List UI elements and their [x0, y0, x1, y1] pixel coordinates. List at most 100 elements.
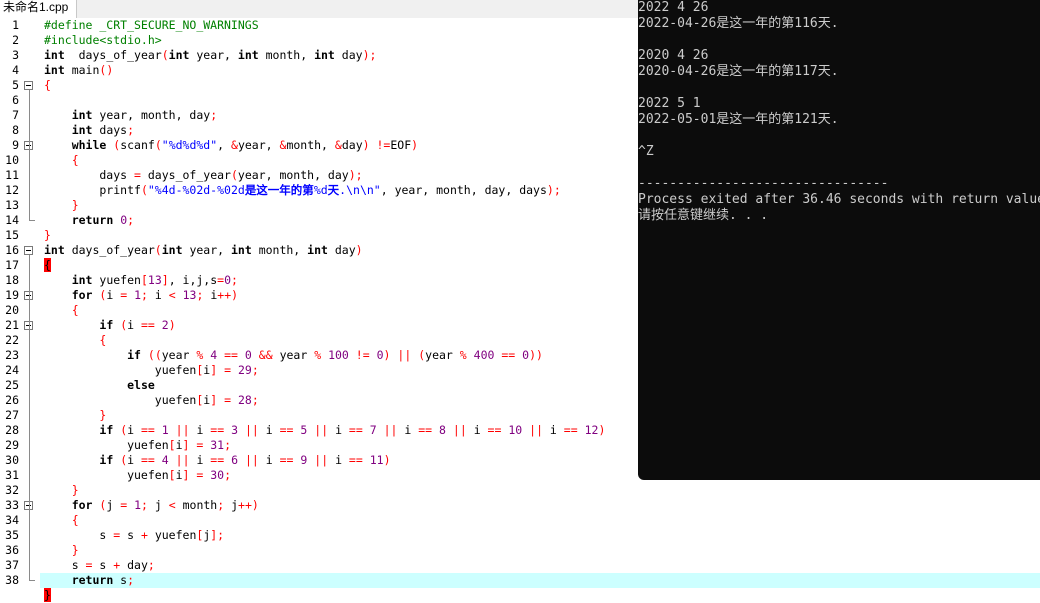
console-line: --------------------------------	[638, 176, 889, 191]
code-token: yuefen	[44, 468, 169, 482]
code-token: ==	[279, 423, 294, 437]
line-number: 29	[5, 438, 19, 452]
code-token: 400	[473, 348, 495, 362]
code-token: int	[307, 243, 328, 257]
code-line[interactable]: s = s + day;	[44, 558, 1040, 573]
code-token: i	[127, 423, 141, 437]
console-line: 2020-04-26是这一年的第117天.	[638, 64, 839, 79]
fold-toggle-icon[interactable]	[24, 246, 33, 255]
code-token: int	[230, 243, 252, 257]
code-token: i	[466, 423, 488, 437]
fold-guide-end	[29, 220, 35, 221]
code-token: 13	[182, 288, 197, 302]
console-window[interactable]: 2022 4 26 2022-04-26是这一年的第116天. 2020 4 26 2…	[638, 0, 1040, 480]
fold-toggle-icon[interactable]	[24, 81, 33, 90]
line-number: 30	[5, 453, 19, 467]
code-token: (	[154, 243, 162, 257]
code-token: ||	[314, 423, 329, 437]
line-number: 24	[5, 363, 19, 377]
code-token: =	[224, 393, 232, 407]
code-token: return	[71, 213, 114, 227]
code-token: );	[348, 168, 363, 182]
code-token: while	[71, 138, 107, 152]
console-line: ^Z	[638, 144, 654, 159]
console-line: 2022-05-01是这一年的第121天.	[638, 112, 839, 127]
matched-brace: {	[44, 258, 51, 272]
code-token: i	[328, 453, 349, 467]
code-line[interactable]: }	[44, 543, 1040, 558]
code-line[interactable]: s = s + yuefen[j];	[44, 528, 1040, 543]
code-token: i	[106, 288, 121, 302]
code-token: ;	[251, 363, 259, 377]
code-token: month	[175, 498, 218, 512]
code-token: year, month, day	[92, 108, 211, 122]
line-number: 9	[12, 138, 19, 152]
code-token: {	[71, 513, 79, 527]
code-token: int	[237, 48, 259, 62]
line-number: 15	[5, 228, 19, 242]
code-token: i	[189, 423, 211, 437]
fold-guide-end	[29, 580, 35, 581]
code-line-active[interactable]: return s;	[40, 573, 1040, 588]
code-token: yuefen	[147, 528, 197, 542]
code-token: if	[99, 423, 114, 437]
code-token: ==	[501, 348, 516, 362]
code-line[interactable]: }	[44, 483, 1040, 498]
line-number: 3	[12, 48, 19, 62]
code-token: year,	[189, 48, 238, 62]
code-token: 天	[327, 183, 340, 197]
code-token: 10	[508, 423, 523, 437]
code-token: &	[231, 138, 238, 152]
code-line[interactable]: {	[44, 513, 1040, 528]
code-token: i	[189, 453, 211, 467]
code-token: )	[598, 423, 606, 437]
code-token: [	[140, 273, 148, 287]
console-line: 请按任意键继续. . .	[638, 208, 769, 223]
code-token: j	[224, 498, 239, 512]
code-token: int	[314, 48, 335, 62]
code-token: j	[106, 498, 121, 512]
file-tab[interactable]: 未命名1.cpp	[0, 0, 78, 18]
code-token: ++)	[238, 498, 259, 512]
code-token: 31	[210, 438, 225, 452]
code-token: days	[92, 123, 128, 137]
code-token: ;	[127, 123, 135, 137]
code-token: year,	[182, 243, 231, 257]
code-token: j	[147, 498, 169, 512]
code-token: (	[161, 48, 169, 62]
code-token: ==	[348, 423, 363, 437]
code-token: month,	[258, 48, 315, 62]
code-token: ((	[147, 348, 162, 362]
line-number: 26	[5, 393, 19, 407]
code-line[interactable]: for (j = 1; j < month; j++)	[44, 498, 1040, 513]
code-token: 8	[439, 423, 446, 437]
code-token: , year, month, day, days	[380, 183, 547, 197]
code-token: ++)	[217, 288, 239, 302]
code-line[interactable]: }	[44, 588, 1040, 603]
console-line: 2022-04-26是这一年的第116天.	[638, 16, 839, 31]
line-number: 37	[5, 558, 19, 572]
code-token: 0	[376, 348, 384, 362]
line-number: 32	[5, 483, 19, 497]
code-token: year, month, day	[237, 168, 349, 182]
code-token: );	[546, 183, 561, 197]
code-token: 1	[134, 498, 142, 512]
